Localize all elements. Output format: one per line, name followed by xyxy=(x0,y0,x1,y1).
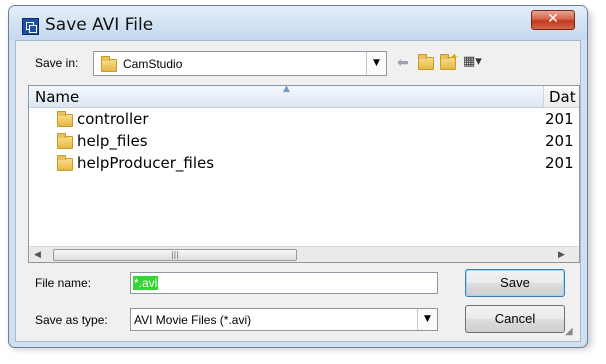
scroll-left-icon[interactable]: ◀ xyxy=(29,247,46,262)
back-arrow-icon[interactable]: ⬅ xyxy=(397,56,409,70)
dialog-body: Save in: CamStudio ▼ ⬅ ✦ ▦▾ Name ▲ Dat c… xyxy=(15,40,581,342)
resize-grip[interactable]: ◢ xyxy=(565,326,577,338)
save-in-label: Save in: xyxy=(35,56,79,70)
window-title: Save AVI File xyxy=(45,15,154,35)
title-bar[interactable]: Save AVI File ✕ xyxy=(9,6,587,40)
close-icon: ✕ xyxy=(547,11,559,27)
scroll-thumb[interactable]: ||| xyxy=(53,249,297,261)
save-dialog-window: Save AVI File ✕ Save in: CamStudio ▼ ⬅ ✦… xyxy=(8,5,588,348)
close-button[interactable]: ✕ xyxy=(531,10,575,30)
folder-icon xyxy=(57,133,73,149)
file-name-input[interactable]: *.avi xyxy=(130,272,438,294)
folder-icon xyxy=(57,155,73,171)
chevron-down-icon[interactable]: ▼ xyxy=(366,52,386,75)
column-header-name[interactable]: Name ▲ xyxy=(29,86,543,108)
list-item[interactable]: help_files 201 xyxy=(29,131,579,153)
save-button[interactable]: Save xyxy=(465,269,565,297)
save-in-value: CamStudio xyxy=(123,57,183,71)
folder-icon xyxy=(57,111,73,127)
folder-icon xyxy=(101,56,117,72)
sort-ascending-icon: ▲ xyxy=(283,85,290,94)
horizontal-scrollbar[interactable]: ◀ ||| ▶ xyxy=(29,246,579,262)
camstudio-app-icon[interactable] xyxy=(22,18,39,35)
save-as-type-label: Save as type: xyxy=(35,313,108,327)
cancel-button[interactable]: Cancel xyxy=(465,305,565,333)
list-item[interactable]: helpProducer_files 201 xyxy=(29,153,579,175)
scroll-right-icon[interactable]: ▶ xyxy=(553,247,570,262)
chevron-down-icon[interactable]: ▼ xyxy=(417,309,437,330)
file-name-label: File name: xyxy=(35,276,92,290)
file-list[interactable]: Name ▲ Dat controller 201 help_files 201… xyxy=(28,85,580,263)
list-item[interactable]: controller 201 xyxy=(29,109,579,131)
file-name-value: *.avi xyxy=(133,276,159,290)
save-as-type-value: AVI Movie Files (*.avi) xyxy=(134,313,252,327)
save-in-combo[interactable]: CamStudio ▼ xyxy=(93,51,387,76)
save-as-type-select[interactable]: AVI Movie Files (*.avi) ▼ xyxy=(130,308,438,331)
column-header-date[interactable]: Dat xyxy=(543,86,579,108)
view-menu-icon[interactable]: ▦▾ xyxy=(463,55,482,69)
